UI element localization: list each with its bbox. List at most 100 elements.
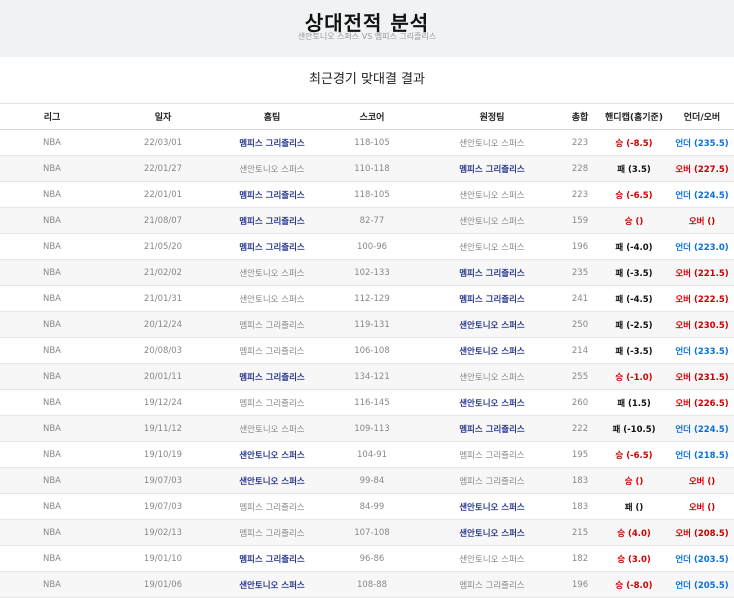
table-row: NBA 21/05/20 멤피스 그리즐리스 100-96 샌안토니오 스퍼스 196 패 … (0, 233, 734, 260)
under-over-cell: 오버 () (670, 467, 734, 494)
date-cell: 20/01/11 (104, 363, 222, 390)
score-cell: 118-105 (322, 181, 422, 208)
home-team-cell: 샌안토니오 스퍼스 (222, 155, 322, 182)
away-team-cell: 샌안토니오 스퍼스 (422, 337, 562, 364)
home-team-cell: 샌안토니오 스퍼스 (222, 441, 322, 468)
league-cell: NBA (0, 545, 104, 572)
total-cell: 223 (562, 129, 598, 156)
date-cell: 19/07/03 (104, 493, 222, 520)
score-cell: 112-129 (322, 285, 422, 312)
table-row: NBA 20/12/24 멤피스 그리즐리스 119-131 샌안토니오 스퍼스 250 패… (0, 311, 734, 338)
table-row: NBA 19/01/06 샌안토니오 스퍼스 108-88 멤피스 그리즐리스 196 승 … (0, 571, 734, 598)
home-team-cell: 멤피스 그리즐리스 (222, 207, 322, 234)
under-over-cell: 언더 (203.5) (670, 545, 734, 572)
date-cell: 20/08/03 (104, 337, 222, 364)
under-over-cell: 오버 () (670, 493, 734, 520)
date-cell: 19/07/03 (104, 467, 222, 494)
under-over-cell: 오버 (226.5) (670, 389, 734, 416)
table-row: NBA 19/12/24 멤피스 그리즐리스 116-145 샌안토니오 스퍼스 260 패… (0, 389, 734, 416)
away-team-cell: 멤피스 그리즐리스 (422, 285, 562, 312)
date-cell: 19/01/10 (104, 545, 222, 572)
under-over-cell: 오버 (208.5) (670, 519, 734, 546)
home-team-cell: 멤피스 그리즐리스 (222, 545, 322, 572)
under-over-cell: 언더 (235.5) (670, 129, 734, 156)
score-cell: 106-108 (322, 337, 422, 364)
league-cell: NBA (0, 519, 104, 546)
table-row: NBA 21/02/02 샌안토니오 스퍼스 102-133 멤피스 그리즐리스 235 패… (0, 259, 734, 286)
score-cell: 116-145 (322, 389, 422, 416)
handicap-cell: 승 (-8.5) (598, 129, 670, 156)
col-total: 총합 (562, 104, 598, 130)
league-cell: NBA (0, 285, 104, 312)
col-home-team: 홈팀 (222, 104, 322, 130)
home-team-cell: 멤피스 그리즐리스 (222, 181, 322, 208)
league-cell: NBA (0, 571, 104, 598)
total-cell: 183 (562, 493, 598, 520)
away-team-cell: 샌안토니오 스퍼스 (422, 207, 562, 234)
home-team-cell: 샌안토니오 스퍼스 (222, 467, 322, 494)
under-over-cell: 오버 (221.5) (670, 259, 734, 286)
score-cell: 82-77 (322, 207, 422, 234)
league-cell: NBA (0, 155, 104, 182)
away-team-cell: 샌안토니오 스퍼스 (422, 181, 562, 208)
handicap-cell: 패 (3.5) (598, 155, 670, 182)
date-cell: 19/11/12 (104, 415, 222, 442)
away-team-cell: 샌안토니오 스퍼스 (422, 493, 562, 520)
table-row: NBA 21/08/07 멤피스 그리즐리스 82-77 샌안토니오 스퍼스 159 승 (… (0, 207, 734, 234)
home-team-cell: 멤피스 그리즐리스 (222, 311, 322, 338)
date-cell: 22/01/01 (104, 181, 222, 208)
col-away-team: 원정팀 (422, 104, 562, 130)
section-title: 최근경기 맞대결 결과 (0, 57, 734, 104)
under-over-cell: 언더 (233.5) (670, 337, 734, 364)
date-cell: 20/12/24 (104, 311, 222, 338)
home-team-cell: 멤피스 그리즐리스 (222, 493, 322, 520)
col-date: 일자 (104, 104, 222, 130)
score-cell: 102-133 (322, 259, 422, 286)
league-cell: NBA (0, 389, 104, 416)
league-cell: NBA (0, 311, 104, 338)
under-over-cell: 언더 (224.5) (670, 181, 734, 208)
table-row: NBA 19/11/12 샌안토니오 스퍼스 109-113 멤피스 그리즐리스 222 패… (0, 415, 734, 442)
table-row: NBA 19/07/03 멤피스 그리즐리스 84-99 샌안토니오 스퍼스 183 패 (… (0, 493, 734, 520)
under-over-cell: 오버 (231.5) (670, 363, 734, 390)
table-row: NBA 22/01/27 샌안토니오 스퍼스 110-118 멤피스 그리즐리스 228 패… (0, 155, 734, 182)
table-row: NBA 19/01/10 멤피스 그리즐리스 96-86 샌안토니오 스퍼스 182 승 (… (0, 545, 734, 572)
league-cell: NBA (0, 441, 104, 468)
away-team-cell: 샌안토니오 스퍼스 (422, 233, 562, 260)
league-cell: NBA (0, 363, 104, 390)
total-cell: 255 (562, 363, 598, 390)
away-team-cell: 샌안토니오 스퍼스 (422, 545, 562, 572)
date-cell: 22/01/27 (104, 155, 222, 182)
home-team-cell: 멤피스 그리즐리스 (222, 129, 322, 156)
league-cell: NBA (0, 467, 104, 494)
table-row: NBA 19/10/19 샌안토니오 스퍼스 104-91 멤피스 그리즐리스 195 승 … (0, 441, 734, 468)
score-cell: 118-105 (322, 129, 422, 156)
home-team-cell: 멤피스 그리즐리스 (222, 389, 322, 416)
col-league: 리그 (0, 104, 104, 130)
under-over-cell: 오버 (227.5) (670, 155, 734, 182)
total-cell: 241 (562, 285, 598, 312)
under-over-cell: 오버 (222.5) (670, 285, 734, 312)
score-cell: 104-91 (322, 441, 422, 468)
total-cell: 235 (562, 259, 598, 286)
handicap-cell: 승 (-6.5) (598, 181, 670, 208)
under-over-cell: 오버 (230.5) (670, 311, 734, 338)
under-over-cell: 언더 (223.0) (670, 233, 734, 260)
away-team-cell: 샌안토니오 스퍼스 (422, 363, 562, 390)
away-team-cell: 멤피스 그리즐리스 (422, 467, 562, 494)
total-cell: 196 (562, 233, 598, 260)
total-cell: 159 (562, 207, 598, 234)
total-cell: 214 (562, 337, 598, 364)
total-cell: 215 (562, 519, 598, 546)
total-cell: 250 (562, 311, 598, 338)
away-team-cell: 멤피스 그리즐리스 (422, 571, 562, 598)
away-team-cell: 멤피스 그리즐리스 (422, 259, 562, 286)
date-cell: 21/02/02 (104, 259, 222, 286)
handicap-cell: 패 (1.5) (598, 389, 670, 416)
score-cell: 109-113 (322, 415, 422, 442)
under-over-cell: 오버 () (670, 207, 734, 234)
league-cell: NBA (0, 233, 104, 260)
home-team-cell: 멤피스 그리즐리스 (222, 233, 322, 260)
table-row: NBA 19/07/03 샌안토니오 스퍼스 99-84 멤피스 그리즐리스 183 승 (… (0, 467, 734, 494)
home-team-cell: 샌안토니오 스퍼스 (222, 571, 322, 598)
